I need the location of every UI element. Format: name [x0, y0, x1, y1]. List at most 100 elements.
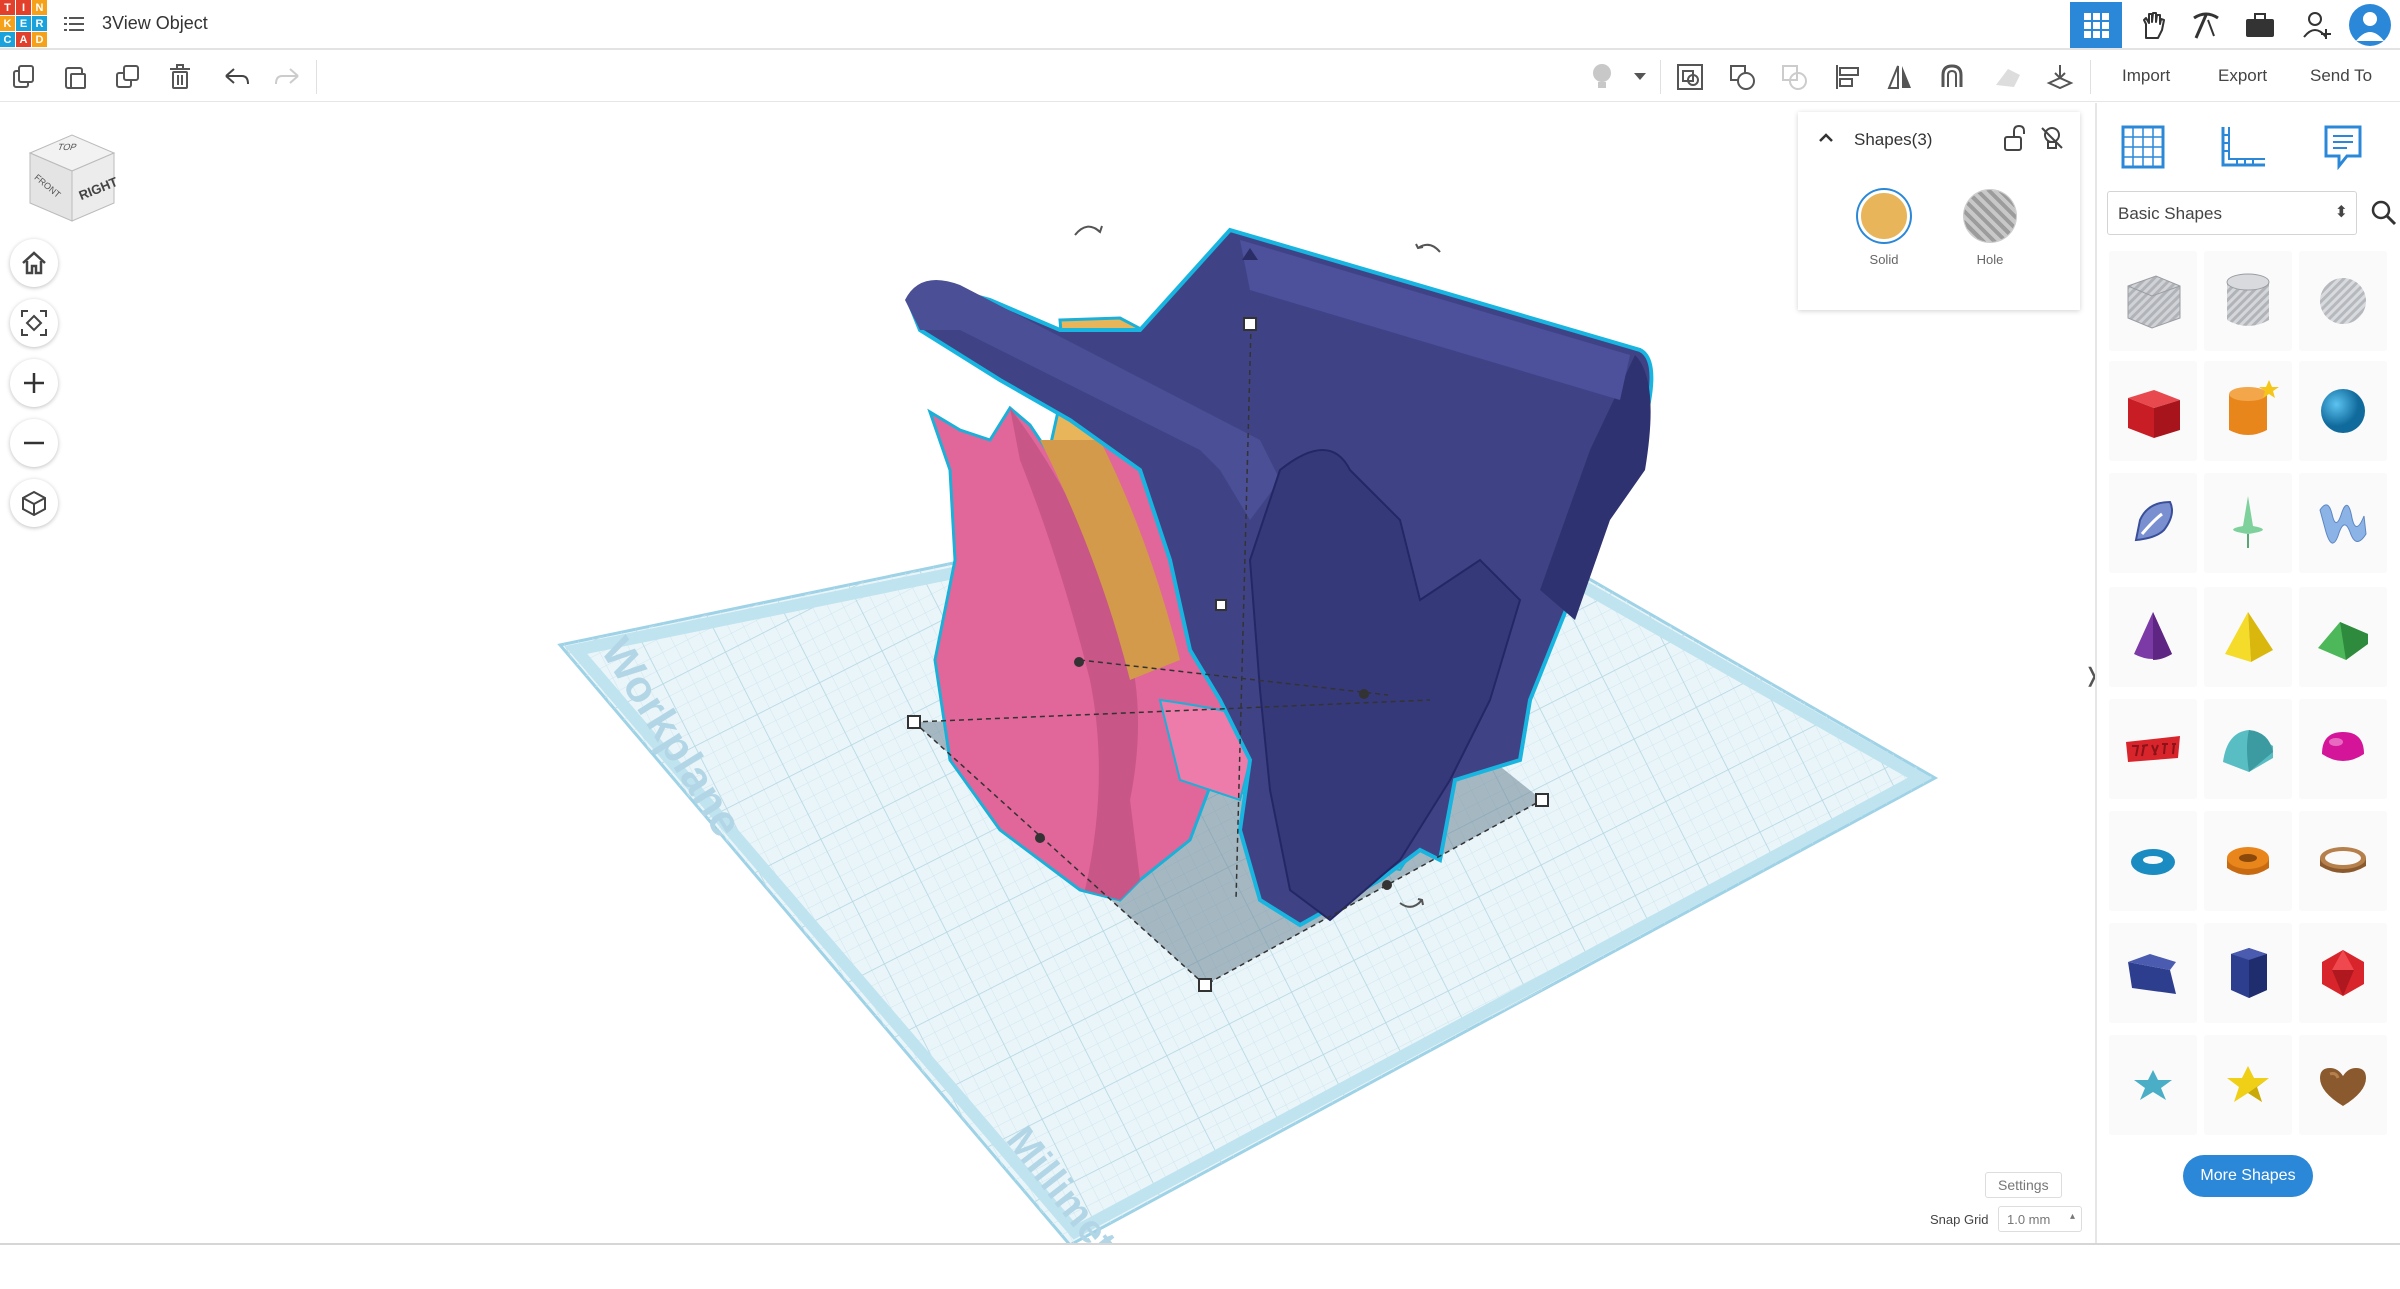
wave-shape[interactable]: [2299, 473, 2387, 573]
hole-swatch[interactable]: [1964, 190, 2016, 242]
more-shapes-button[interactable]: More Shapes: [2183, 1155, 2313, 1197]
logo-letter: C: [0, 32, 15, 47]
logo-letter: N: [32, 0, 47, 15]
dropdown-arrow-icon[interactable]: [1630, 61, 1650, 93]
user-avatar-icon[interactable]: [2344, 2, 2396, 48]
logo-letter: K: [0, 16, 15, 31]
send-to-button[interactable]: Send To: [2310, 66, 2372, 86]
box-hole-shape[interactable]: [2109, 251, 2197, 351]
top-bar: T I N K E R C A D 3View Object: [0, 0, 2400, 50]
logo-letter: T: [0, 0, 15, 15]
logo-letter: E: [16, 16, 31, 31]
cylinder-hole-shape[interactable]: [2204, 251, 2292, 351]
solid-swatch[interactable]: [1858, 190, 1910, 242]
group-icon[interactable]: [1674, 61, 1706, 93]
ruler-icon[interactable]: [2213, 117, 2273, 177]
tinkercad-logo[interactable]: T I N K E R C A D: [0, 0, 47, 47]
hole-label: Hole: [1976, 252, 2004, 267]
import-button[interactable]: Import: [2122, 66, 2170, 86]
toolbar-divider: [1660, 60, 1661, 94]
undo-icon[interactable]: [220, 61, 252, 93]
logo-letter: D: [32, 32, 47, 47]
snap-grid-select[interactable]: 1.0 mm ▴: [1998, 1206, 2082, 1232]
pyramid-shape[interactable]: [2204, 587, 2292, 687]
select-arrow-icon: ▴: [2069, 1211, 2075, 1222]
scribble-shape[interactable]: [2109, 473, 2197, 573]
mirror-icon[interactable]: [1884, 61, 1916, 93]
round-roof-shape[interactable]: [2204, 699, 2292, 799]
search-icon[interactable]: [2362, 191, 2400, 235]
document-title[interactable]: 3View Object: [102, 13, 208, 34]
cutout-icon: [1778, 61, 1810, 93]
view-cube-top-label: TOP: [56, 142, 79, 152]
shapes-panel: Basic Shapes ⬍ More Shapes: [2095, 103, 2400, 1243]
icosahedron-shape[interactable]: [2299, 923, 2387, 1023]
zoom-in-icon[interactable]: [10, 359, 58, 407]
pickaxe-icon[interactable]: [2180, 2, 2232, 48]
fit-view-icon[interactable]: [10, 299, 58, 347]
panel-collapse-handle[interactable]: ❭: [2084, 650, 2095, 700]
tinkercad-app: T I N K E R C A D 3View Object Import Ex…: [0, 0, 2400, 1245]
perspective-icon[interactable]: [10, 479, 58, 527]
tube-shape[interactable]: [2204, 811, 2292, 911]
polygon-shape[interactable]: [2204, 923, 2292, 1023]
grid-panel-icon[interactable]: [2113, 117, 2173, 177]
hide-light-icon[interactable]: [2038, 124, 2066, 152]
light-bulb-icon[interactable]: [1586, 61, 1618, 93]
toolbar-divider: [316, 60, 317, 94]
redo-icon: [272, 61, 304, 93]
cruise-icon: [1992, 61, 2024, 93]
drop-icon[interactable]: [2044, 61, 2076, 93]
solid-label: Solid: [1869, 252, 1899, 267]
roof-shape[interactable]: [2299, 587, 2387, 687]
unlock-icon[interactable]: [2000, 124, 2028, 152]
copy-icon[interactable]: [8, 61, 40, 93]
shape-category-value: Basic Shapes: [2118, 204, 2222, 223]
sphere-shape[interactable]: [2299, 361, 2387, 461]
notes-icon[interactable]: [2313, 117, 2373, 177]
3d-viewport[interactable]: Workplane Millimeters TOP FRONT RIGHT Sh…: [0, 103, 2095, 1243]
logo-letter: A: [16, 32, 31, 47]
star-yellow-shape[interactable]: [2204, 1035, 2292, 1135]
star-shape[interactable]: [2109, 1035, 2197, 1135]
logo-letter: I: [16, 0, 31, 15]
cone-shape[interactable]: [2109, 587, 2197, 687]
half-sphere-shape[interactable]: [2299, 699, 2387, 799]
toolbar-divider: [2090, 60, 2091, 94]
shape-category-select[interactable]: Basic Shapes ⬍: [2107, 191, 2357, 235]
magnet-icon[interactable]: [1936, 61, 1968, 93]
logo-letter: R: [32, 16, 47, 31]
align-icon[interactable]: [1832, 61, 1864, 93]
hand-icon[interactable]: [2127, 2, 2179, 48]
heart-shape[interactable]: [2299, 1035, 2387, 1135]
snap-grid-value: 1.0 mm: [2007, 1212, 2051, 1227]
collapse-inspector-icon[interactable]: [1816, 128, 1836, 148]
briefcase-icon[interactable]: [2234, 2, 2286, 48]
add-user-icon[interactable]: [2292, 2, 2344, 48]
settings-button[interactable]: Settings: [1985, 1172, 2062, 1198]
shape-inspector: Shapes(3) Solid Hole: [1798, 112, 2080, 310]
wedge-shape[interactable]: [2109, 923, 2197, 1023]
torus-shape[interactable]: [2109, 811, 2197, 911]
view-cube[interactable]: TOP FRONT RIGHT: [22, 129, 120, 225]
ungroup-icon[interactable]: [1726, 61, 1758, 93]
duplicate-icon[interactable]: [112, 61, 144, 93]
select-arrows-icon: ⬍: [2334, 204, 2348, 221]
text-shape[interactable]: [2109, 699, 2197, 799]
export-button[interactable]: Export: [2218, 66, 2267, 86]
home-icon[interactable]: [10, 239, 58, 287]
cylinder-shape[interactable]: [2204, 361, 2292, 461]
graphic-shape[interactable]: [2204, 473, 2292, 573]
box-shape[interactable]: [2109, 361, 2197, 461]
paste-icon[interactable]: [60, 61, 92, 93]
delete-icon[interactable]: [164, 61, 196, 93]
zoom-out-icon[interactable]: [10, 419, 58, 467]
sphere-hole-shape[interactable]: [2299, 251, 2387, 351]
ring-shape[interactable]: [2299, 811, 2387, 911]
inspector-title: Shapes(3): [1854, 130, 1933, 149]
grid-view-icon[interactable]: [2070, 2, 2122, 48]
snap-grid-label: Snap Grid: [1930, 1212, 1989, 1227]
workplane-scene[interactable]: Workplane Millimeters: [0, 103, 2095, 1243]
toolbar: Import Export Send To: [0, 52, 2400, 102]
list-icon[interactable]: [64, 14, 84, 34]
